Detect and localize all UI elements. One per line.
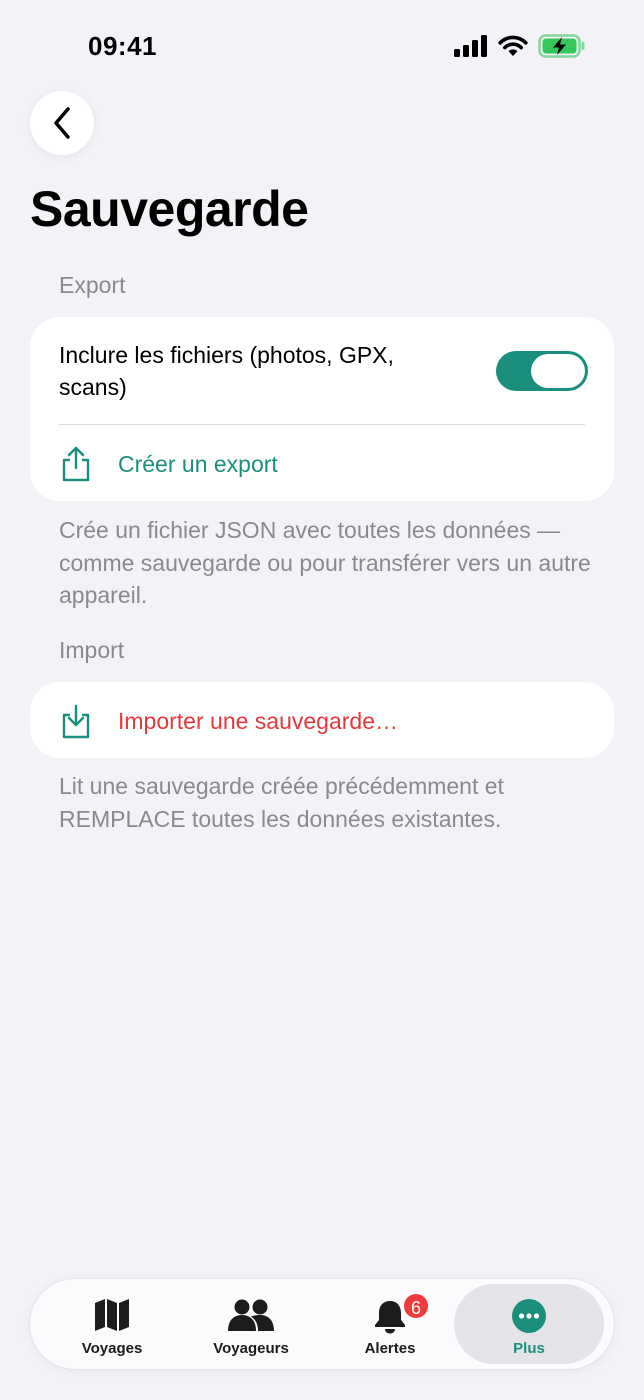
import-section-header: Import [59,637,125,663]
tab-voyages[interactable]: Voyages [37,1284,187,1364]
import-backup-label: Importer une sauvegarde… [118,707,398,734]
people-icon [228,1299,274,1331]
export-card: Inclure les fichiers (photos, GPX, scans… [30,317,614,501]
more-icon [512,1299,546,1333]
download-tray-icon [62,704,90,739]
status-icons [454,34,586,58]
tab-alertes[interactable]: 6 Alertes [315,1284,465,1364]
tab-label-plus: Plus [513,1340,545,1357]
include-files-label: Inclure les fichiers (photos, GPX, scans… [59,342,394,400]
export-section-header: Export [59,272,126,298]
share-upload-icon [62,446,90,482]
status-time: 09:41 [88,31,157,61]
tab-label-voyageurs: Voyageurs [213,1340,289,1357]
create-export-button[interactable]: Créer un export [30,425,614,503]
create-export-label: Créer un export [118,450,278,477]
chevron-left-icon [54,107,70,139]
battery-charging-icon [538,34,585,58]
wifi-icon [498,35,528,56]
include-files-toggle[interactable] [496,351,588,391]
signal-icon [454,35,487,57]
tab-bar: Voyages Voyageurs 6 Alertes Plus [30,1279,614,1369]
alerts-badge: 6 [402,1292,431,1320]
import-footnote: Lit une sauvegarde créée précédemment et… [59,773,504,832]
toggle-knob [531,354,585,388]
import-backup-button[interactable]: Importer une sauvegarde… [30,682,614,760]
import-card: Importer une sauvegarde… [30,682,614,758]
tab-voyageurs[interactable]: Voyageurs [176,1284,326,1364]
export-footnote: Crée un fichier JSON avec toutes les don… [59,517,591,608]
tab-plus[interactable]: Plus [454,1284,604,1364]
screen: 09:41 Sauvegarde Export Inclure les fich… [0,0,644,1400]
tab-label-alertes: Alertes [364,1340,416,1357]
page-title: Sauvegarde [30,181,309,237]
tab-label-voyages: Voyages [81,1340,143,1357]
map-icon [95,1299,129,1331]
back-button[interactable] [30,91,94,155]
